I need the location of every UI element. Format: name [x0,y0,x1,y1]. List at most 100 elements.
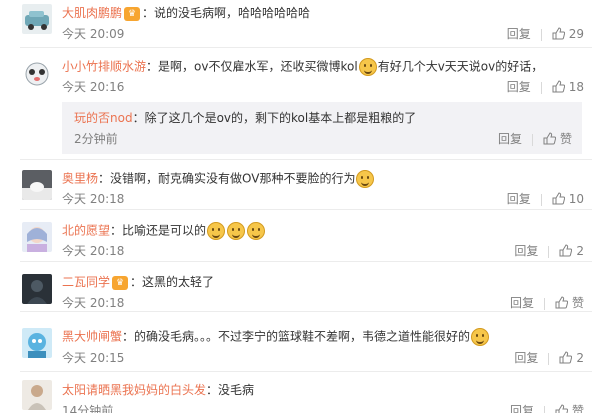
divider [540,193,542,206]
like-count: 18 [568,80,584,94]
username-link[interactable]: 黑大帅闸蟹 [62,330,122,344]
comment-item: 太阳请晒黑我妈妈的白头发：没毛病 14分钟前 回复 赞 [0,372,600,413]
comment-text: 没毛病 [218,383,255,397]
like-button[interactable]: 赞 [555,404,584,413]
action-row: 回复 2 [514,351,584,365]
smile-emoji-icon [227,222,246,240]
action-row: 回复 2 [514,244,584,258]
vip-badge-icon: ♛ [112,275,129,290]
reply-button[interactable]: 回复 [510,296,534,310]
avatar[interactable] [22,170,52,200]
comment-text: 没错啊，耐克确实没有做OV那种不要脸的行为 [110,171,356,186]
avatar[interactable] [22,4,52,34]
timestamp: 今天 20:18 [62,296,125,310]
avatar[interactable] [22,274,52,304]
comment-item: 黑大帅闸蟹：的确没毛病。。。不过李宁的篮球鞋不差啊，韦德之道性能很好的 今天 2… [0,312,600,372]
comment-text: 除了这几个是ov的，剩下的kol基本上都是粗粮的了 [144,111,417,125]
timestamp: 今天 20:16 [62,80,125,94]
like-button[interactable]: 2 [559,351,584,365]
colon: ： [206,383,219,397]
like-button[interactable]: 10 [552,192,584,206]
comment-line: 二瓦同学 ♛ ：这黑的太轻了 [62,274,214,290]
avatar-anime-image [22,222,52,252]
comment-text: 的确没毛病。。。不过李宁的篮球鞋不差啊，韦德之道性能很好的 [134,329,471,344]
smile-emoji-icon [207,222,226,240]
like-button[interactable]: 18 [552,80,584,94]
like-count: 29 [568,27,584,41]
username-link[interactable]: 小小竹排顺水游 [62,60,146,74]
smile-emoji-icon [358,58,377,76]
action-row: 回复 赞 [510,296,584,310]
comment-text: 是啊，ov不仅雇水军，还收买微博kol [158,59,358,74]
comment-text-continued: 有好几个大v天天说ov的好话， [377,59,544,74]
avatar-portrait-image [22,380,52,410]
comment-line: 奥里杨：没错啊，耐克确实没有做OV那种不要脸的行为 [62,170,375,188]
sub-reply-line: 玩的否nod：除了这几个是ov的，剩下的kol基本上都是粗粮的了 [74,110,416,126]
divider [540,81,542,94]
comment-item: 奥里杨：没错啊，耐克确实没有做OV那种不要脸的行为 今天 20:18 回复 10 [0,160,600,210]
thumbs-up-icon [543,132,556,145]
smile-emoji-icon [247,222,266,240]
divider [543,405,545,413]
avatar-panda-image [22,58,52,88]
comment-item: 北的愿望：比喻还是可以的 今天 20:18 回复 2 [0,210,600,262]
comment-line: 太阳请晒黑我妈妈的白头发：没毛病 [62,382,254,398]
username-link[interactable]: 二瓦同学 [62,275,110,289]
reply-button[interactable]: 回复 [507,80,531,94]
timestamp: 今天 20:18 [62,192,125,206]
avatar[interactable] [22,58,52,88]
avatar-dark-image [22,274,52,304]
divider [531,133,533,146]
thumbs-up-icon [552,80,565,93]
divider [548,352,550,365]
reply-button[interactable]: 回复 [507,27,531,41]
action-row: 回复 29 [507,27,584,41]
comment-text: 这黑的太轻了 [142,275,215,289]
avatar-car-image [22,4,52,34]
comment-line: 大肌肉鹏鹏 ♛ ：说的没毛病啊，哈哈哈哈哈哈 [62,5,310,21]
reply-button[interactable]: 回复 [507,192,531,206]
avatar[interactable] [22,222,52,252]
colon: ： [122,329,135,344]
like-label: 赞 [571,404,584,413]
colon: ： [98,171,111,186]
reply-button[interactable]: 回复 [514,351,538,365]
comment-line: 北的愿望：比喻还是可以的 [62,222,266,240]
thumbs-up-icon [552,27,565,40]
action-row: 回复 赞 [498,132,572,146]
colon: ： [142,6,155,20]
colon: ： [130,275,143,289]
laughing-emoji-icon [356,170,375,188]
divider [540,28,542,41]
reply-button[interactable]: 回复 [498,132,522,146]
comment-text: 比喻还是可以的 [122,223,207,238]
timestamp: 今天 20:09 [62,27,125,41]
username-link[interactable]: 大肌肉鹏鹏 [62,6,122,20]
sub-reply: 玩的否nod：除了这几个是ov的，剩下的kol基本上都是粗粮的了 2分钟前 回复… [62,102,582,154]
action-row: 回复 18 [507,80,584,94]
like-count: 2 [576,244,584,258]
like-count: 10 [568,192,584,206]
username-link[interactable]: 奥里杨 [62,172,98,186]
username-link[interactable]: 北的愿望 [62,224,110,238]
vip-badge-icon: ♛ [124,6,141,21]
reply-button[interactable]: 回复 [514,244,538,258]
username-link[interactable]: 玩的否nod [74,111,133,125]
divider [548,245,550,258]
comment-item: 二瓦同学 ♛ ：这黑的太轻了 今天 20:18 回复 赞 [0,262,600,312]
colon: ： [132,111,145,125]
like-button[interactable]: 2 [559,244,584,258]
avatar[interactable] [22,380,52,410]
avatar[interactable] [22,328,52,358]
like-button[interactable]: 29 [552,27,584,41]
like-button[interactable]: 赞 [555,296,584,310]
comment-line: 黑大帅闸蟹：的确没毛病。。。不过李宁的篮球鞋不差啊，韦德之道性能很好的 [62,328,490,346]
colon: ： [146,59,159,74]
reply-button[interactable]: 回复 [510,404,534,413]
avatar-cartoon-image [22,328,52,358]
like-label: 赞 [571,296,584,310]
thumbs-up-icon [555,296,568,309]
username-link[interactable]: 太阳请晒黑我妈妈的白头发 [62,383,206,397]
thumbs-up-icon [555,404,568,413]
like-button[interactable]: 赞 [543,132,572,146]
